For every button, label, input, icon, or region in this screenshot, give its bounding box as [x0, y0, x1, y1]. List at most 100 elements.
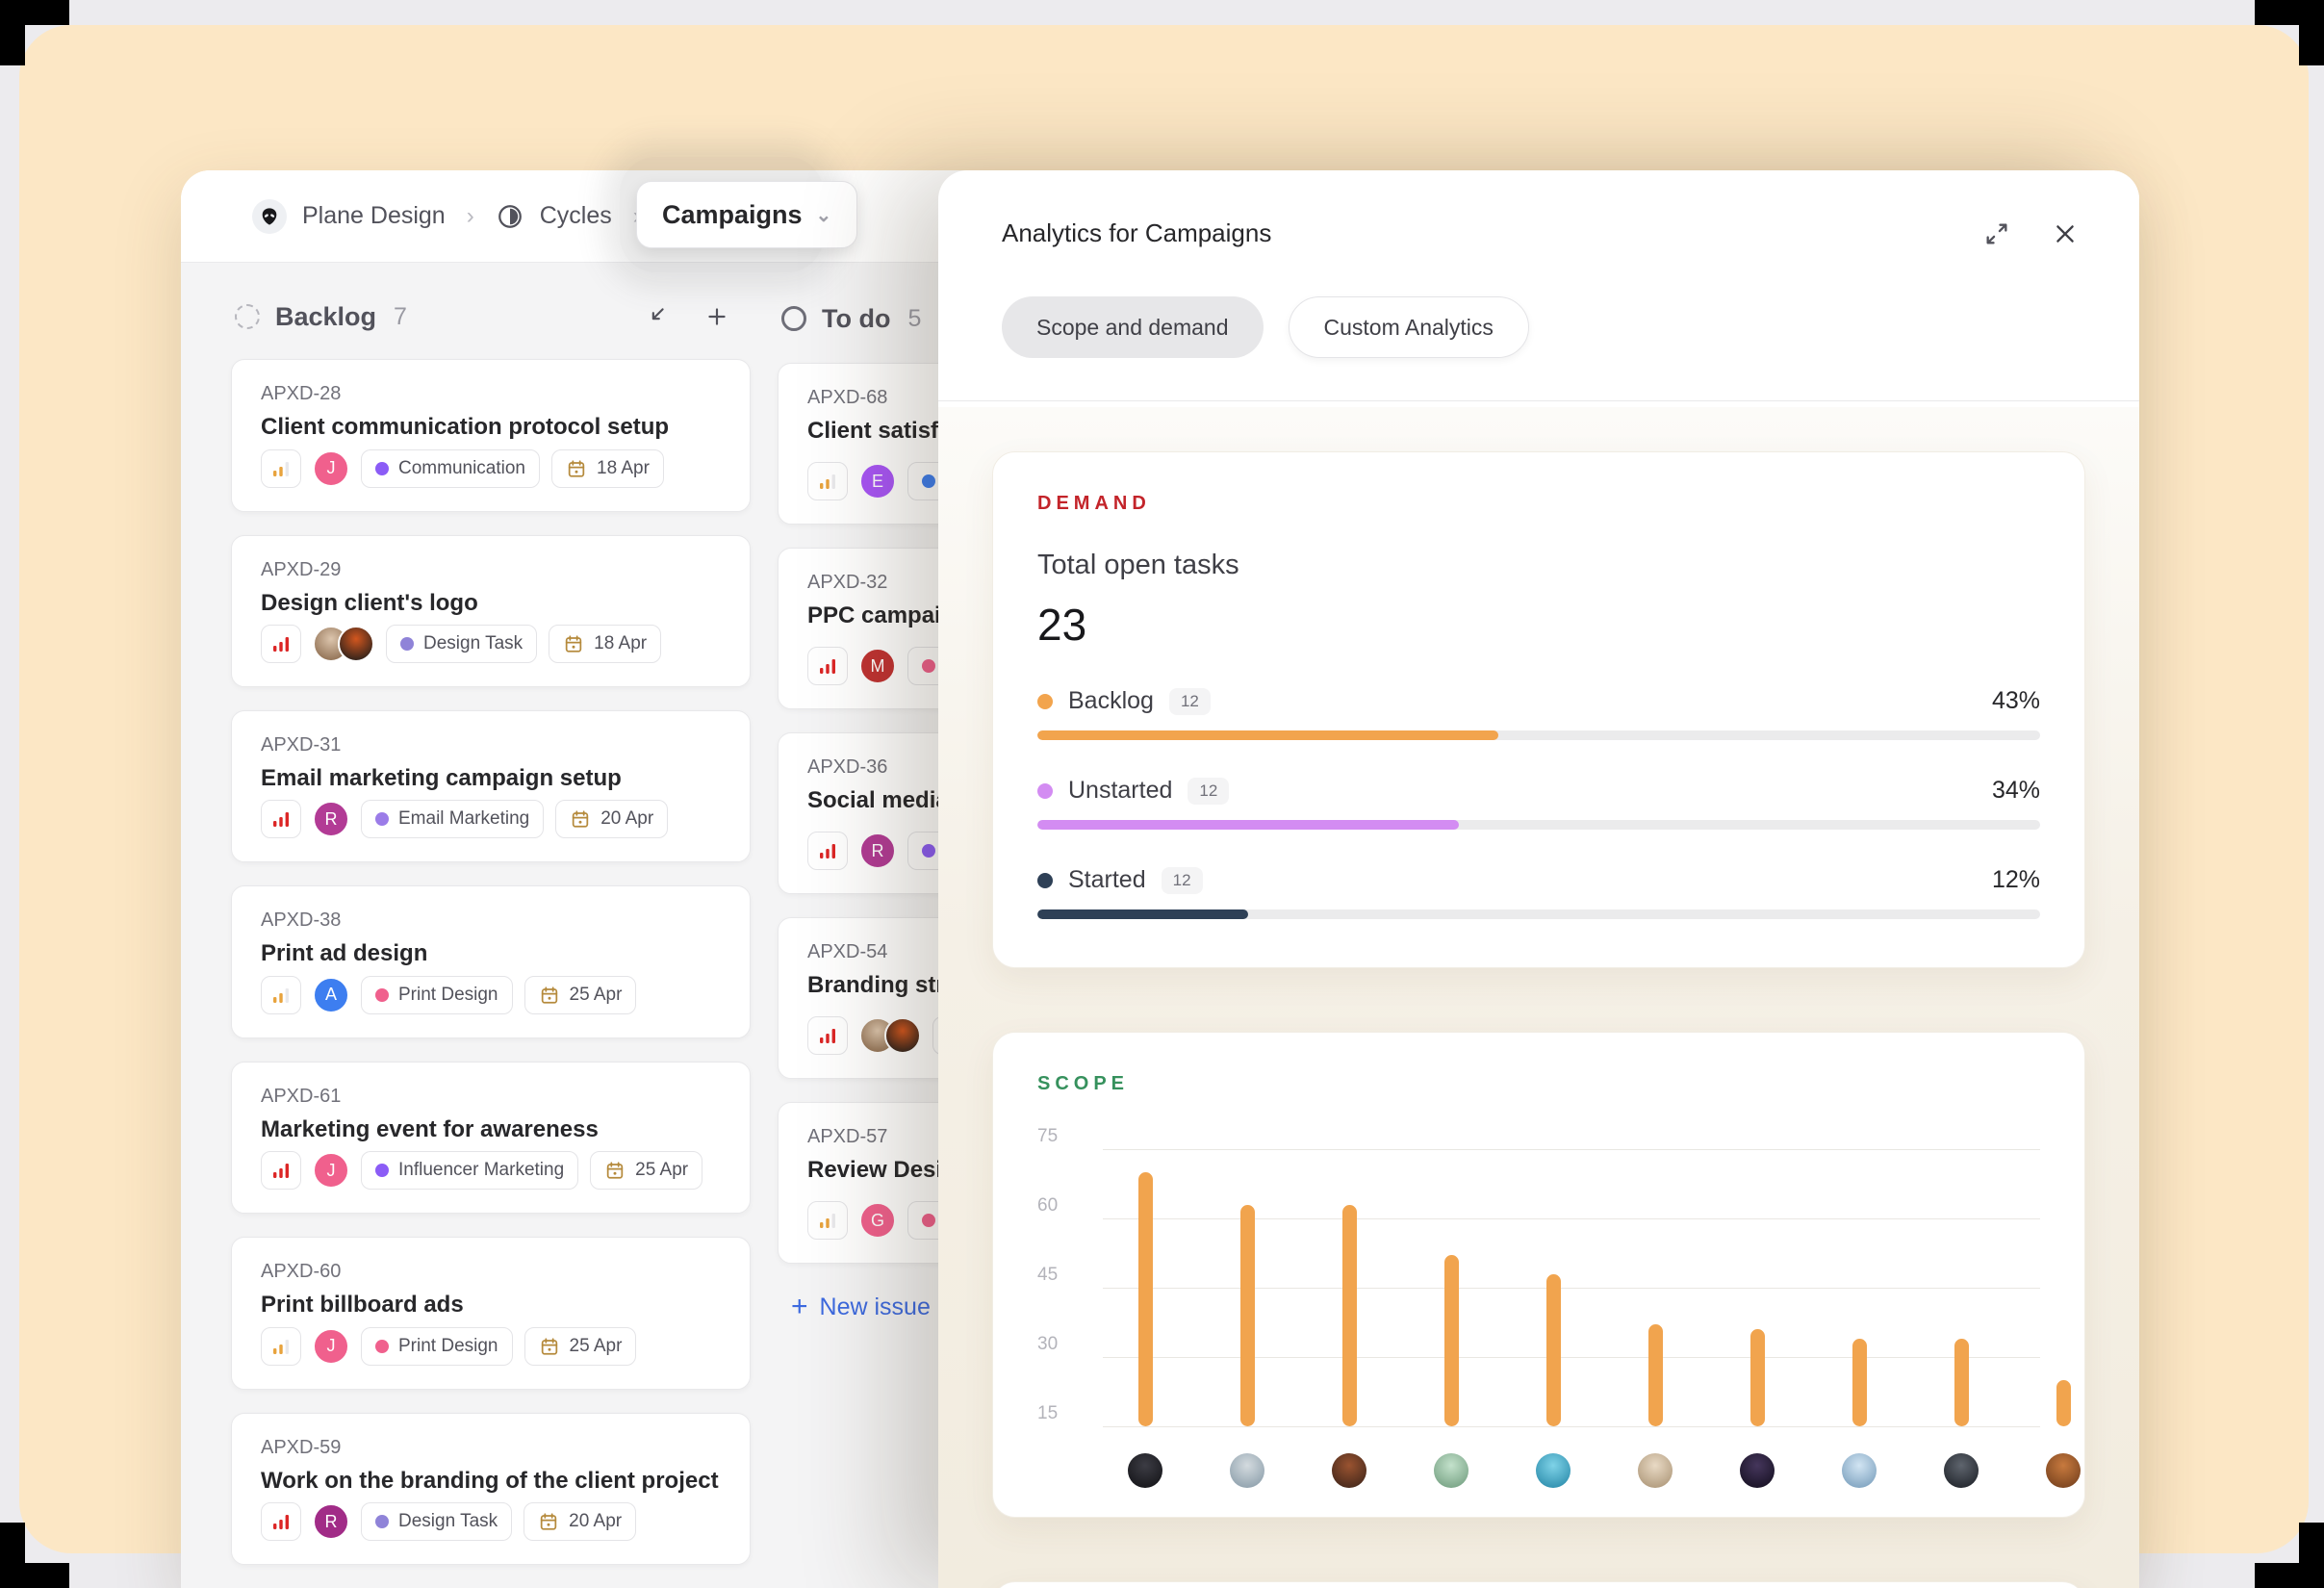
close-icon[interactable] [2053, 221, 2078, 246]
member-avatar[interactable] [1740, 1453, 1775, 1488]
priority-button[interactable] [261, 1151, 301, 1190]
assignee-avatar[interactable]: J [313, 1152, 349, 1189]
scope-bar[interactable] [1342, 1205, 1357, 1426]
campaigns-label: Campaigns [662, 200, 803, 230]
issue-card[interactable]: APXD-29 Design client's logo Design Task… [231, 535, 751, 687]
due-date-badge[interactable]: 18 Apr [551, 449, 664, 488]
issue-card[interactable]: APXD-38 Print ad design A Print Design 2… [231, 885, 751, 1037]
issue-card[interactable]: APXD-61 Marketing event for awareness J … [231, 1062, 751, 1214]
label-badge[interactable]: Communication [361, 449, 540, 488]
issue-card[interactable]: APXD-28 Client communication protocol se… [231, 359, 751, 511]
due-date-badge[interactable]: 20 Apr [555, 800, 668, 838]
tab-custom-analytics[interactable]: Custom Analytics [1289, 296, 1529, 358]
label-badge[interactable]: Print Design [361, 1327, 513, 1366]
due-date-badge[interactable]: 25 Apr [524, 976, 637, 1014]
label-badge[interactable]: Print Design [361, 976, 513, 1014]
assignee-avatar-photo[interactable] [884, 1017, 921, 1054]
priority-button[interactable] [261, 449, 301, 488]
assignee-avatar[interactable]: A [313, 977, 349, 1013]
crop-mark-top-right [2255, 0, 2324, 65]
priority-button[interactable] [807, 832, 848, 870]
member-avatar[interactable] [1842, 1453, 1877, 1488]
assignee-avatar[interactable]: R [313, 1503, 349, 1540]
issue-title: Design client's logo [261, 590, 721, 617]
member-avatar[interactable] [1434, 1453, 1468, 1488]
member-avatar[interactable] [1128, 1453, 1162, 1488]
campaigns-dropdown-button[interactable]: Campaigns ⌄ [636, 181, 857, 248]
assignee-avatar[interactable]: J [313, 1328, 349, 1365]
label-dot [375, 988, 389, 1002]
scope-bar[interactable] [1138, 1172, 1153, 1426]
due-date-badge[interactable]: 25 Apr [524, 1327, 637, 1366]
scope-bar[interactable] [1444, 1255, 1459, 1426]
priority-icon [817, 471, 838, 492]
scope-bar[interactable] [1546, 1274, 1561, 1426]
y-tick-label: 60 [1037, 1195, 1087, 1217]
assignee-avatar[interactable]: R [859, 832, 896, 869]
breadcrumb-project[interactable]: Plane Design [302, 202, 446, 230]
member-avatar[interactable] [1536, 1453, 1571, 1488]
analytics-panel-header: Analytics for Campaigns Scope and demand… [938, 170, 2139, 358]
priority-button[interactable] [807, 1201, 848, 1240]
scope-bar[interactable] [1954, 1339, 1969, 1426]
breadcrumb: Plane Design › Cycles › [252, 199, 647, 234]
cycles-icon [496, 202, 524, 231]
priority-button[interactable] [261, 800, 301, 838]
issue-card[interactable]: APXD-60 Print billboard ads J Print Desi… [231, 1237, 751, 1389]
label-badge[interactable]: Design Task [361, 1502, 512, 1541]
assignee-avatar[interactable]: R [313, 801, 349, 837]
assignee-avatar[interactable]: M [859, 648, 896, 684]
assignee-avatars: J [313, 1152, 349, 1189]
workspace-logo[interactable] [252, 199, 287, 234]
breadcrumb-section[interactable]: Cycles [540, 202, 612, 230]
state-label: Backlog [1068, 687, 1154, 715]
assignee-avatar-photo[interactable] [338, 626, 374, 662]
issue-title: Print ad design [261, 940, 721, 967]
scope-bar[interactable] [1852, 1339, 1867, 1426]
gridline [1103, 1149, 2040, 1150]
priority-button[interactable] [261, 1327, 301, 1366]
due-date-badge[interactable]: 18 Apr [549, 625, 661, 663]
expand-icon[interactable] [1983, 220, 2010, 247]
label-badge[interactable]: Influencer Marketing [361, 1151, 578, 1190]
column-header: Backlog 7 [231, 295, 751, 338]
priority-button[interactable] [261, 625, 301, 663]
issue-card[interactable]: APXD-31 Email marketing campaign setup R… [231, 710, 751, 862]
scope-bar[interactable] [1240, 1205, 1255, 1426]
member-avatar[interactable] [1230, 1453, 1264, 1488]
due-date-badge[interactable]: 25 Apr [590, 1151, 702, 1190]
priority-button[interactable] [807, 462, 848, 500]
label-dot [375, 812, 389, 826]
analytics-title: Analytics for Campaigns [1002, 218, 1271, 248]
member-avatar[interactable] [1638, 1453, 1673, 1488]
add-issue-button[interactable] [701, 300, 733, 333]
issue-id: APXD-31 [261, 734, 721, 756]
assignee-avatar[interactable]: G [859, 1202, 896, 1239]
assignee-avatar[interactable]: E [859, 463, 896, 499]
state-label: Started [1068, 866, 1146, 894]
priority-button[interactable] [807, 1016, 848, 1055]
label-badge[interactable]: Design Task [386, 625, 537, 663]
label-badge[interactable]: Email Marketing [361, 800, 544, 838]
assignee-avatars: A [313, 977, 349, 1013]
assignee-avatar[interactable]: J [313, 450, 349, 487]
issue-meta: J Influencer Marketing 25 Apr [261, 1151, 721, 1190]
scope-bar[interactable] [1648, 1324, 1663, 1426]
member-avatar[interactable] [1944, 1453, 1979, 1488]
priority-button[interactable] [807, 647, 848, 685]
tab-scope-and-demand[interactable]: Scope and demand [1002, 296, 1264, 358]
collapse-column-button[interactable] [639, 300, 672, 333]
member-avatar[interactable] [1332, 1453, 1366, 1488]
issue-meta: R Email Marketing 20 Apr [261, 800, 721, 838]
scope-bar[interactable] [2056, 1380, 2071, 1426]
due-date-badge[interactable]: 20 Apr [524, 1502, 636, 1541]
progress-fill [1037, 820, 1459, 830]
priority-icon [270, 808, 292, 830]
priority-button[interactable] [261, 1502, 301, 1541]
priority-button[interactable] [261, 976, 301, 1014]
state-label: Unstarted [1068, 777, 1172, 805]
issue-card[interactable]: APXD-59 Work on the branding of the clie… [231, 1413, 751, 1565]
state-percent: 12% [1992, 866, 2040, 894]
member-avatar[interactable] [2046, 1453, 2081, 1488]
scope-bar[interactable] [1750, 1329, 1765, 1426]
